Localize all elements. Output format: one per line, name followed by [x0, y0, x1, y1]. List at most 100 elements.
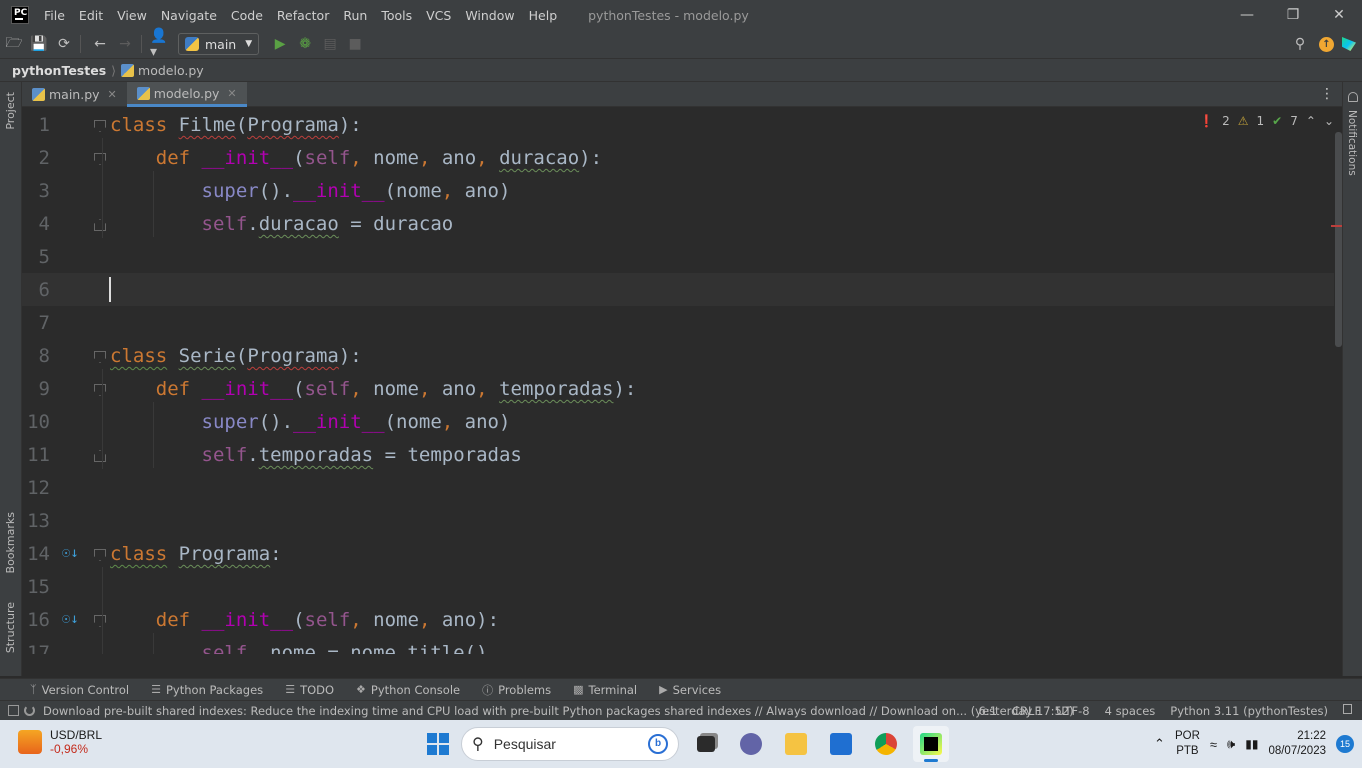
task-view-icon[interactable]	[688, 726, 724, 762]
minimize-icon[interactable]: —	[1224, 0, 1270, 30]
user-icon[interactable]: 👤▾	[150, 28, 172, 60]
fold-marker-icon[interactable]	[94, 351, 106, 363]
tab-main-py[interactable]: main.py ✕	[22, 82, 127, 107]
battery-icon[interactable]: ▮▮	[1245, 737, 1258, 751]
indent-setting[interactable]: 4 spaces	[1105, 704, 1156, 718]
windows-start-icon[interactable]	[424, 730, 452, 758]
menu-code[interactable]: Code	[224, 8, 270, 23]
bing-icon[interactable]: b	[648, 734, 668, 754]
tool-todo[interactable]: ☰ TODO	[285, 683, 334, 697]
fold-marker-icon[interactable]	[94, 219, 106, 231]
close-icon[interactable]: ✕	[108, 88, 117, 101]
clock[interactable]: 21:22 08/07/2023	[1268, 729, 1326, 759]
tool-version-control[interactable]: ᛉ Version Control	[30, 683, 129, 697]
language-indicator[interactable]: POR PTB	[1175, 729, 1200, 759]
python-interpreter[interactable]: Python 3.11 (pythonTestes)	[1170, 704, 1328, 718]
chevron-up-icon[interactable]: ⌃	[1154, 736, 1165, 752]
fold-marker-icon[interactable]	[94, 120, 106, 132]
notifications-panel-tab[interactable]: Notifications	[1346, 110, 1358, 176]
line-number: 12	[27, 477, 50, 499]
pycharm-logo-icon[interactable]: PC	[11, 6, 29, 24]
menu-file[interactable]: File	[37, 8, 72, 23]
open-folder-icon[interactable]: 🗁	[3, 33, 25, 55]
terminal-icon: ▩	[573, 683, 584, 696]
run-config-selector[interactable]: main ▼	[178, 33, 260, 55]
inspection-widget[interactable]: ❗ 2 ⚠ 1 ✔ 7 ⌃ ⌄	[1199, 114, 1334, 128]
more-vertical-icon[interactable]: ⋮	[1320, 86, 1334, 102]
fold-marker-icon[interactable]	[94, 384, 106, 396]
back-arrow-icon[interactable]: ←	[89, 33, 111, 55]
volume-icon[interactable]: 🕪	[1227, 736, 1235, 752]
file-explorer-icon[interactable]	[778, 726, 814, 762]
forward-arrow-icon[interactable]: →	[114, 33, 136, 55]
tool-python-packages[interactable]: ☰ Python Packages	[151, 683, 263, 697]
menu-navigate[interactable]: Navigate	[154, 8, 224, 23]
close-icon[interactable]: ✕	[227, 87, 236, 100]
lock-icon[interactable]	[1343, 703, 1352, 714]
debug-bug-icon[interactable]: ❁	[294, 33, 316, 55]
line-number: 10	[27, 411, 50, 433]
bookmarks-panel-tab[interactable]: Bookmarks	[4, 512, 17, 573]
breadcrumb-file[interactable]: modelo.py	[138, 63, 204, 78]
vertical-scrollbar[interactable]	[1335, 132, 1342, 347]
menu-run[interactable]: Run	[336, 8, 374, 23]
bell-icon[interactable]	[1348, 92, 1358, 102]
code-line-17: self._nome = nome.title()	[201, 642, 488, 654]
teams-chat-icon[interactable]	[733, 726, 769, 762]
warning-count: 1	[1256, 114, 1265, 128]
fold-marker-icon[interactable]	[94, 615, 106, 627]
line-separator[interactable]: CRLF	[1012, 704, 1041, 718]
line-number: 3	[38, 180, 50, 202]
error-stripe-marker[interactable]	[1331, 225, 1342, 227]
run-icon[interactable]: ▶	[269, 33, 291, 55]
close-icon[interactable]: ✕	[1316, 0, 1362, 30]
caret-position[interactable]: 6:1	[979, 704, 998, 718]
status-message[interactable]: Download pre-built shared indexes: Reduc…	[8, 704, 1074, 718]
tool-services[interactable]: ▶ Services	[659, 683, 721, 697]
menu-vcs[interactable]: VCS	[419, 8, 458, 23]
stop-icon[interactable]: ■	[344, 33, 366, 55]
chevron-down-icon[interactable]: ⌄	[1324, 114, 1334, 128]
tool-problems[interactable]: ⓘ Problems	[482, 682, 551, 698]
line-number: 9	[38, 378, 50, 400]
search-input[interactable]: ⚲ Pesquisar b	[461, 727, 679, 761]
structure-panel-tab[interactable]: Structure	[4, 602, 17, 653]
implemented-by-icon[interactable]: ☉↓	[62, 545, 79, 561]
tool-label: Version Control	[41, 682, 130, 697]
breadcrumb-project[interactable]: pythonTestes	[12, 63, 106, 78]
save-all-icon[interactable]: 💾	[28, 33, 50, 55]
line-number: 13	[27, 510, 50, 532]
menu-window[interactable]: Window	[458, 8, 521, 23]
code-editor[interactable]: 1 2 3 4 5 6 7 8 9 10 11 12 13 14 15 16 1…	[22, 108, 1342, 654]
microsoft-store-icon[interactable]	[823, 726, 859, 762]
implemented-by-icon[interactable]: ☉↓	[62, 611, 79, 627]
menu-tools[interactable]: Tools	[374, 8, 419, 23]
tool-terminal[interactable]: ▩ Terminal	[573, 683, 637, 697]
chevron-up-icon[interactable]: ⌃	[1306, 114, 1316, 128]
finance-widget[interactable]: USD/BRL -0,96%	[18, 728, 102, 756]
tab-modelo-py[interactable]: modelo.py ✕	[126, 82, 247, 107]
status-bar: Download pre-built shared indexes: Reduc…	[0, 700, 1362, 720]
fold-marker-icon[interactable]	[94, 549, 106, 561]
fold-marker-icon[interactable]	[94, 153, 106, 165]
wifi-icon[interactable]: ≈	[1210, 737, 1217, 752]
project-panel-tab[interactable]: Project	[4, 92, 17, 130]
tool-python-console[interactable]: ❖ Python Console	[356, 683, 460, 697]
restore-icon[interactable]: ❐	[1270, 0, 1316, 30]
jetbrains-icon[interactable]	[1342, 37, 1356, 51]
menu-edit[interactable]: Edit	[72, 8, 110, 23]
menu-help[interactable]: Help	[522, 8, 565, 23]
coverage-icon[interactable]: ▤	[319, 33, 341, 55]
search-icon[interactable]: ⚲	[1289, 33, 1311, 55]
sync-icon[interactable]: ⟳	[53, 33, 75, 55]
menu-refactor[interactable]: Refactor	[270, 8, 336, 23]
pycharm-taskbar-icon[interactable]	[913, 726, 949, 762]
file-encoding[interactable]: UTF-8	[1056, 704, 1090, 718]
notification-badge[interactable]: 15	[1336, 735, 1354, 753]
update-arrow-icon[interactable]: ↑	[1319, 36, 1334, 52]
fold-marker-icon[interactable]	[94, 450, 106, 462]
chrome-icon[interactable]	[868, 726, 904, 762]
python-icon	[185, 37, 199, 51]
menu-view[interactable]: View	[110, 8, 154, 23]
panel-toggle-icon[interactable]	[8, 705, 19, 716]
